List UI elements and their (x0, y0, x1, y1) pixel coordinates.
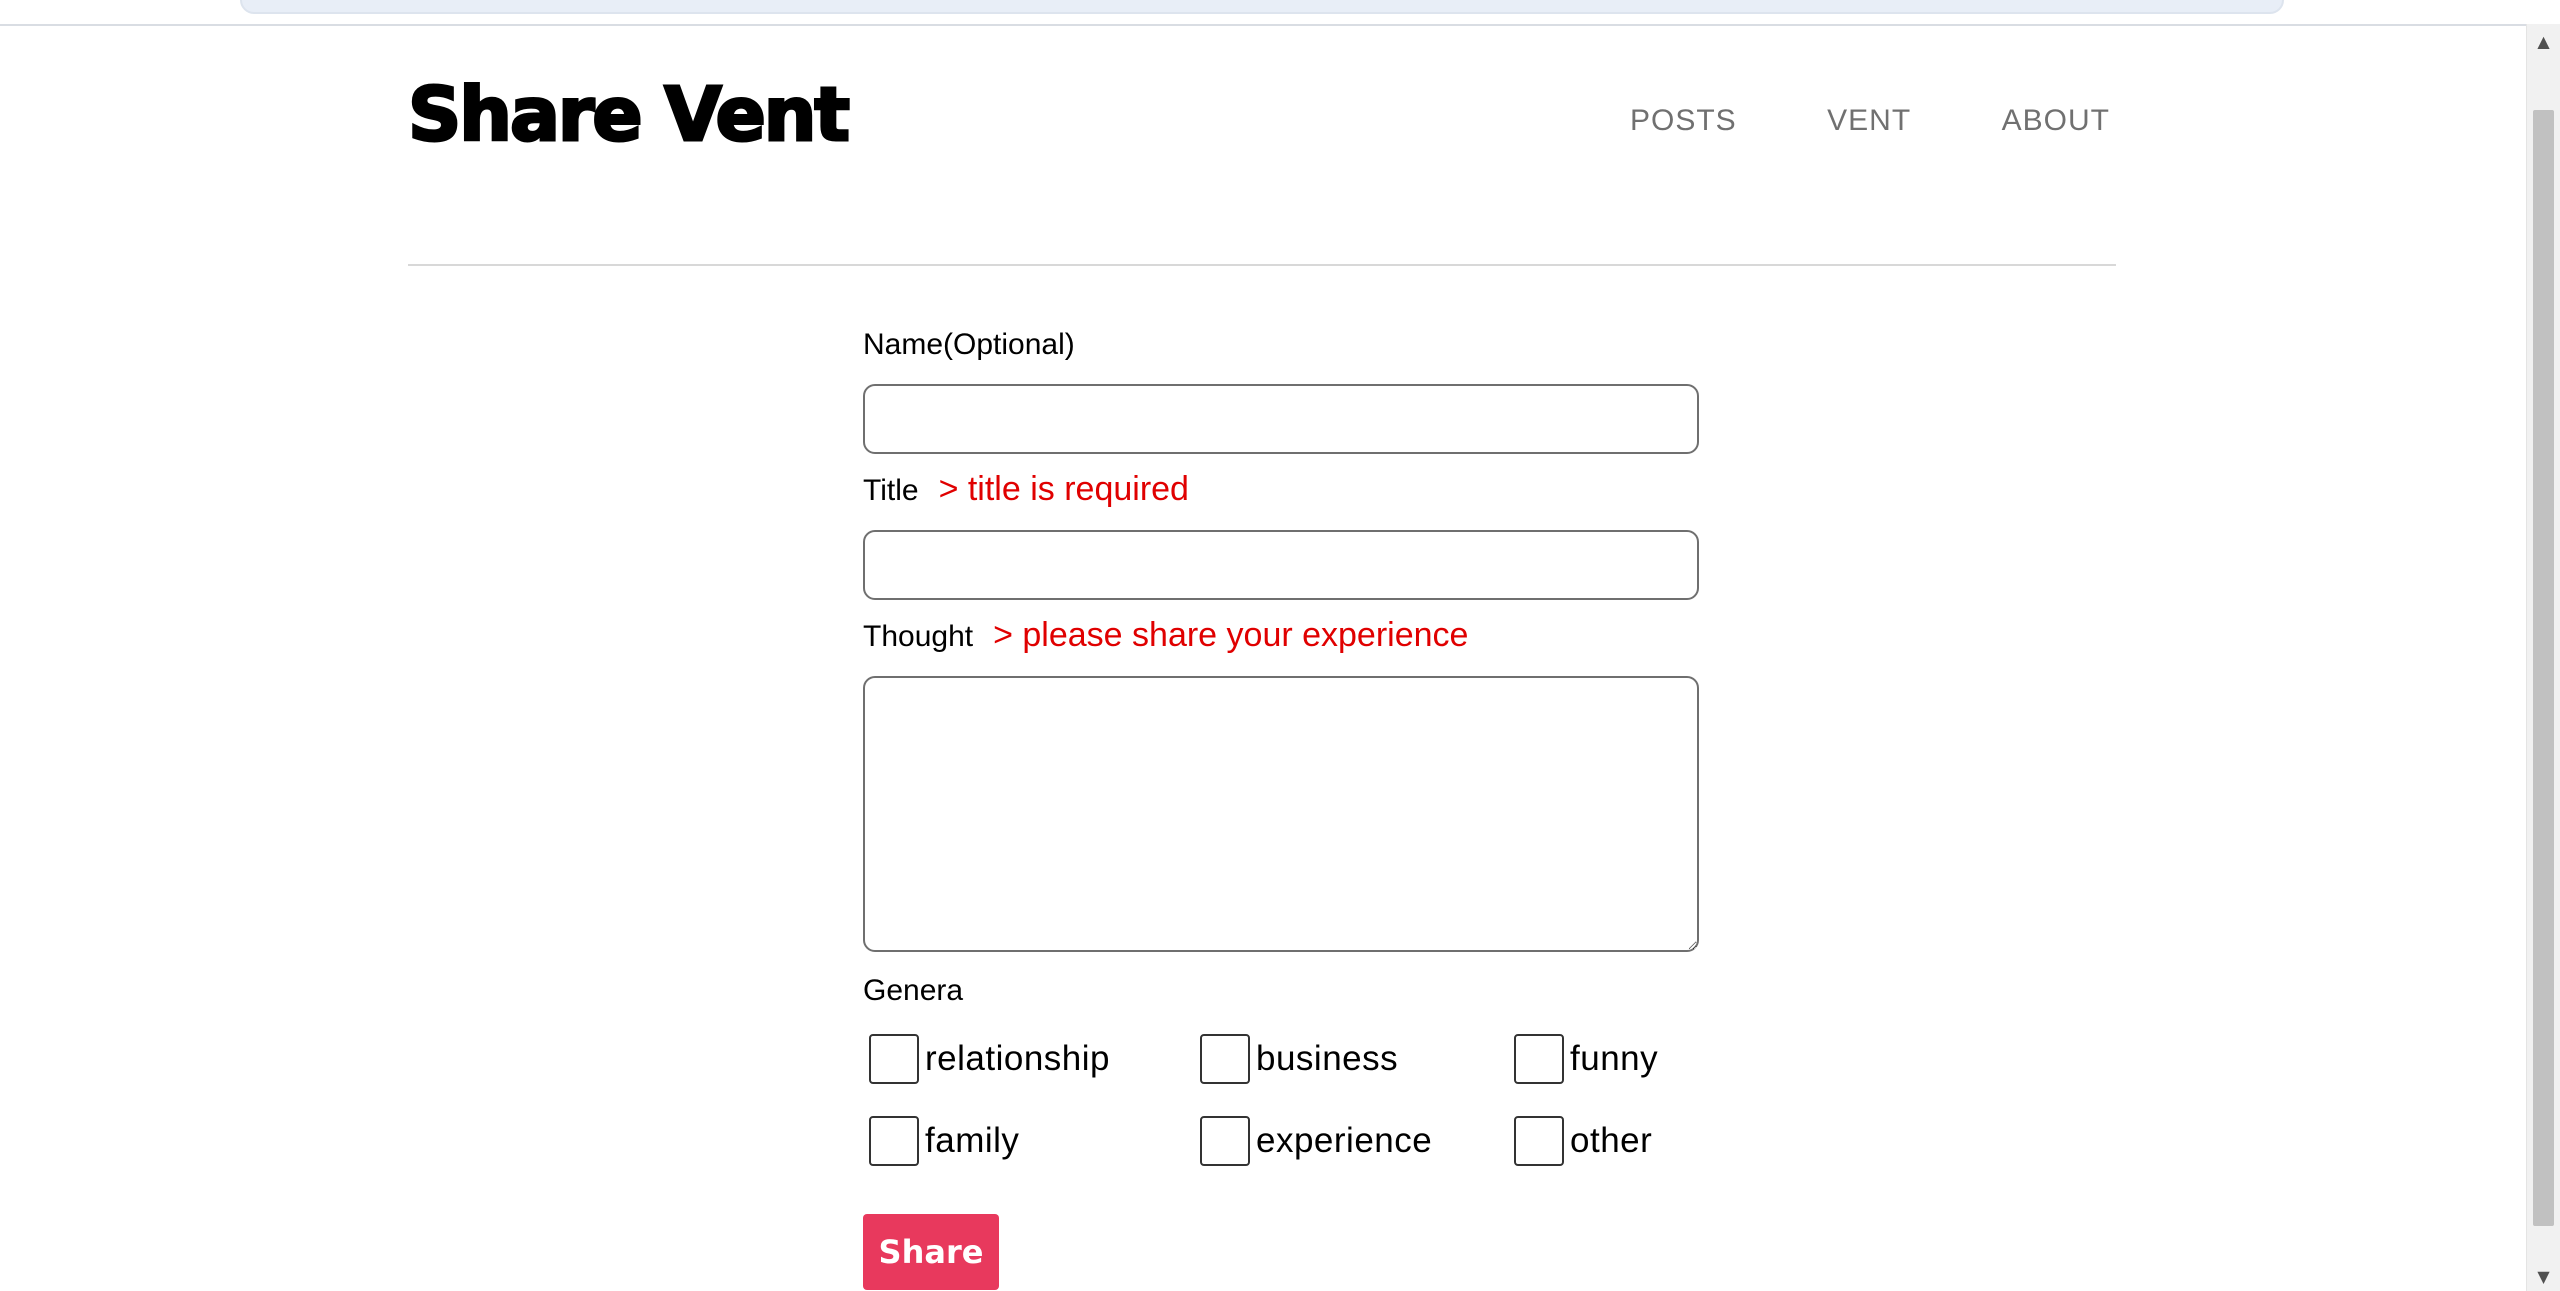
thought-label: Thought (863, 620, 974, 653)
name-input[interactable] (863, 384, 1699, 454)
thought-error-message: > please share your experience (993, 616, 1469, 654)
name-label: Name(Optional) (863, 328, 1075, 361)
checkbox-other[interactable] (1514, 1116, 1564, 1166)
genre-label-family: family (925, 1121, 1020, 1160)
genera-label: Genera (863, 974, 964, 1007)
share-button[interactable]: Share (863, 1214, 999, 1290)
genre-label-experience: experience (1256, 1121, 1433, 1160)
title-label: Title (863, 474, 919, 507)
header-divider (408, 264, 2116, 266)
genre-label-business: business (1256, 1039, 1399, 1078)
genre-label-funny: funny (1570, 1039, 1659, 1078)
title-input[interactable] (863, 530, 1699, 600)
genre-option-relationship[interactable]: relationship (869, 1034, 1110, 1084)
checkbox-relationship[interactable] (869, 1034, 919, 1084)
title-label-row: Title > title is required (863, 470, 1189, 509)
thought-textarea[interactable] (863, 676, 1699, 952)
thought-label-row: Thought > please share your experience (863, 616, 1468, 655)
genre-option-other[interactable]: other (1514, 1116, 1652, 1166)
checkbox-business[interactable] (1200, 1034, 1250, 1084)
checkbox-funny[interactable] (1514, 1034, 1564, 1084)
nav-vent-link[interactable]: VENT (1827, 104, 1911, 144)
nav-about-link[interactable]: ABOUT (2002, 104, 2110, 144)
main-nav: POSTS VENT ABOUT (1630, 104, 2110, 144)
browser-top-bar (0, 0, 2527, 26)
browser-address-bar[interactable] (240, 0, 2284, 14)
site-logo[interactable]: Share Vent (407, 77, 852, 154)
page: Share Vent POSTS VENT ABOUT Name(Optiona… (0, 0, 2560, 1291)
scroll-up-arrow-icon[interactable]: ▲ (2527, 26, 2560, 56)
scroll-down-arrow-icon[interactable]: ▼ (2527, 1261, 2560, 1291)
title-error-message: > title is required (938, 470, 1189, 508)
checkbox-experience[interactable] (1200, 1116, 1250, 1166)
genre-label-relationship: relationship (925, 1039, 1110, 1078)
genre-option-family[interactable]: family (869, 1116, 1019, 1166)
checkbox-family[interactable] (869, 1116, 919, 1166)
genre-option-business[interactable]: business (1200, 1034, 1398, 1084)
genre-option-funny[interactable]: funny (1514, 1034, 1658, 1084)
genre-label-other: other (1570, 1121, 1653, 1160)
vertical-scrollbar[interactable]: ▲ ▼ (2526, 24, 2560, 1291)
nav-posts-link[interactable]: POSTS (1630, 104, 1737, 144)
scroll-thumb[interactable] (2533, 110, 2554, 1226)
genre-option-experience[interactable]: experience (1200, 1116, 1432, 1166)
